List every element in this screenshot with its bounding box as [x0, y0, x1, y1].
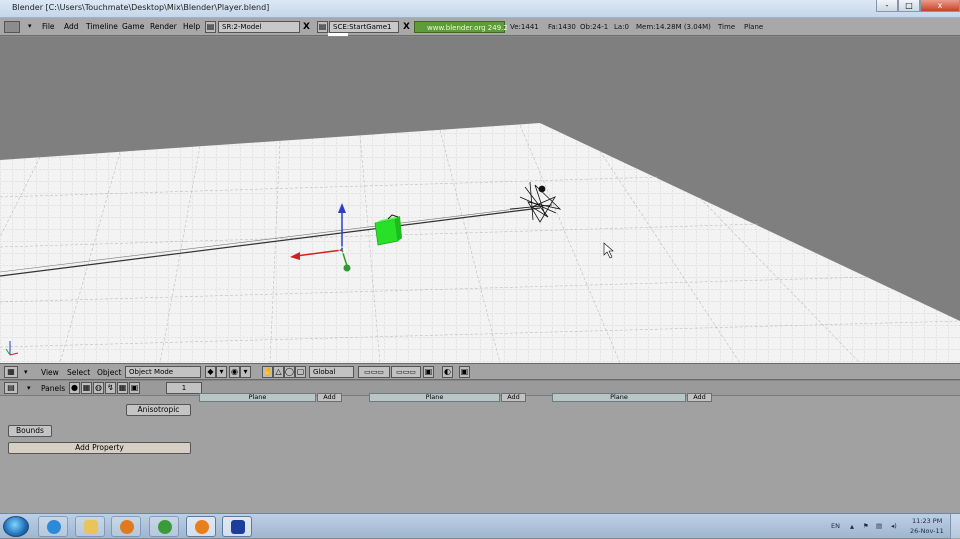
add-button-1[interactable]: Add: [317, 393, 342, 402]
memory-usage: Mem:14.28M (3.04M): [636, 23, 711, 31]
plane-tab-3[interactable]: Plane: [552, 393, 686, 402]
screen-field[interactable]: SR:2-Model: [218, 21, 300, 33]
ipo-icon[interactable]: ◐: [442, 366, 453, 378]
anisotropic-button[interactable]: Anisotropic: [126, 404, 191, 416]
3d-view-header: ▦ ▾ View Select Object Object Mode ◆ ▾ ◉…: [0, 363, 960, 380]
viewport-scene: [0, 123, 960, 363]
menu-view[interactable]: View: [41, 368, 59, 377]
hand-icon[interactable]: ✋: [262, 366, 273, 378]
scale-icon[interactable]: ▢: [295, 366, 306, 378]
menu-timeline[interactable]: Timeline: [86, 22, 118, 31]
manipulator-toggle-icon[interactable]: ◉: [229, 366, 240, 378]
buttons-window: ▤ ▾ Panels ● ▦ ◍ ↯ ▦ ▣ 1 Plane Add Plane…: [0, 381, 960, 513]
draw-type-icon[interactable]: ◆: [205, 366, 216, 378]
add-button-3[interactable]: Add: [687, 393, 712, 402]
collapse-header-icon[interactable]: ▾: [24, 368, 28, 376]
face-count: Fa:1430: [548, 23, 576, 31]
folder-icon: [84, 520, 98, 534]
blender-icon: [195, 520, 209, 534]
menu-add[interactable]: Add: [64, 22, 79, 31]
window-app-icon: [231, 520, 245, 534]
scene-panel-icon[interactable]: ▣: [129, 382, 140, 394]
rotate-icon[interactable]: ◯: [284, 366, 295, 378]
lamp-count: La:0: [614, 23, 630, 31]
taskbar-blender[interactable]: [186, 516, 216, 537]
orientation-dropdown[interactable]: Global: [309, 366, 354, 378]
show-desktop-button[interactable]: [950, 514, 960, 539]
taskbar-file-explorer[interactable]: [75, 516, 105, 537]
utorrent-icon: [158, 520, 172, 534]
menu-file[interactable]: File: [42, 22, 55, 31]
media-player-icon: [120, 520, 134, 534]
taskbar: EN ▴ ⚑ ▤ ◂) 11:23 PM 26-Nov-11: [0, 513, 960, 539]
taskbar-media-player[interactable]: [111, 516, 141, 537]
menu-help[interactable]: Help: [183, 22, 200, 31]
panels-label: Panels: [41, 384, 66, 393]
time-label: Time: [718, 23, 736, 31]
translate-icon[interactable]: △: [273, 366, 284, 378]
editor-type-icon[interactable]: ▦: [4, 366, 18, 378]
scene-field[interactable]: SCE:StartGame1: [329, 21, 399, 33]
editing-panel-icon[interactable]: ▦: [117, 382, 128, 394]
frame-number-field[interactable]: 1: [166, 382, 202, 394]
plane-tab-2[interactable]: Plane: [369, 393, 500, 402]
pivot-icon[interactable]: ▾: [216, 366, 227, 378]
language-indicator[interactable]: EN: [831, 522, 840, 530]
close-button[interactable]: x: [920, 0, 960, 12]
menu-object[interactable]: Object: [97, 368, 121, 377]
bounds-button[interactable]: Bounds: [8, 425, 52, 437]
shading-panel-icon[interactable]: ◍: [93, 382, 104, 394]
object-mode-dropdown[interactable]: Object Mode: [125, 366, 201, 378]
3d-viewport[interactable]: [0, 37, 960, 363]
layer-buttons-b[interactable]: ▭▭▭: [391, 366, 421, 378]
delete-screen-icon[interactable]: X: [301, 21, 312, 33]
window-title-bar: Blender [C:\Users\Touchmate\Desktop\Mix\…: [0, 0, 960, 18]
menu-select[interactable]: Select: [67, 368, 90, 377]
script-panel-icon[interactable]: ▦: [81, 382, 92, 394]
minimize-button[interactable]: -: [876, 0, 898, 12]
screen-browse-icon[interactable]: ▤: [205, 21, 216, 33]
menu-render[interactable]: Render: [150, 22, 177, 31]
scene-field-cursor: [328, 33, 348, 36]
render-preview-icon[interactable]: ▣: [459, 366, 470, 378]
buttons-editor-type-icon[interactable]: ▤: [4, 382, 18, 394]
tray-arrow-icon[interactable]: ▴: [850, 522, 854, 531]
menu-game[interactable]: Game: [122, 22, 144, 31]
collapse-buttons-icon[interactable]: ▾: [27, 384, 31, 392]
taskbar-utorrent[interactable]: [149, 516, 179, 537]
delete-scene-icon[interactable]: X: [401, 21, 412, 33]
window-type-icon[interactable]: [4, 21, 20, 33]
taskbar-active-window[interactable]: [222, 516, 252, 537]
tray-network-icon[interactable]: ▤: [876, 522, 882, 530]
internet-explorer-icon: [47, 520, 61, 534]
window-title: Blender [C:\Users\Touchmate\Desktop\Mix\…: [12, 3, 270, 12]
blender-version-badge[interactable]: www.blender.org 249.2: [414, 21, 508, 33]
add-button-2[interactable]: Add: [501, 393, 526, 402]
clock-time[interactable]: 11:23 PM: [912, 517, 942, 525]
logic-panel-icon[interactable]: ●: [69, 382, 80, 394]
scene-browse-icon[interactable]: ▤: [317, 21, 328, 33]
ground-plane: [0, 123, 960, 363]
plane-tab-1[interactable]: Plane: [199, 393, 316, 402]
clock-date[interactable]: 26-Nov-11: [910, 527, 944, 535]
start-button[interactable]: [3, 516, 29, 537]
layer-buttons-a[interactable]: ▭▭▭: [358, 366, 390, 378]
taskbar-internet-explorer[interactable]: [38, 516, 68, 537]
manipulator-mode-icon[interactable]: ▾: [240, 366, 251, 378]
tray-volume-icon[interactable]: ◂): [891, 522, 897, 530]
vertex-count: Ve:1441: [510, 23, 539, 31]
active-object-name: Plane: [744, 23, 764, 31]
object-count: Ob:24-1: [580, 23, 609, 31]
menu-bar: ▾ File Add Timeline Game Render Help ▤ S…: [0, 18, 960, 36]
tray-flag-icon[interactable]: ⚑: [863, 522, 869, 530]
object-panel-icon[interactable]: ↯: [105, 382, 116, 394]
lock-icon[interactable]: ▣: [423, 366, 434, 378]
maximize-button[interactable]: □: [898, 0, 920, 12]
add-property-button[interactable]: Add Property: [8, 442, 191, 454]
collapse-menu-icon[interactable]: ▾: [28, 22, 32, 30]
